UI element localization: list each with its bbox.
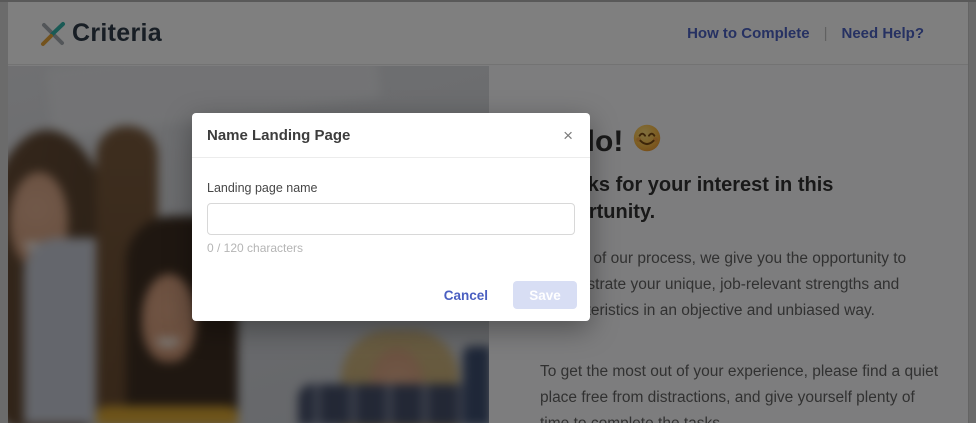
- modal-body: Landing page name 0 / 120 characters: [192, 158, 590, 255]
- save-button[interactable]: Save: [513, 281, 577, 309]
- close-icon[interactable]: ×: [561, 127, 575, 144]
- modal-header: Name Landing Page ×: [192, 113, 590, 158]
- modal-title: Name Landing Page: [207, 127, 351, 144]
- landing-page-name-label: Landing page name: [207, 181, 318, 195]
- modal-footer: Cancel Save: [192, 255, 590, 321]
- character-counter: 0 / 120 characters: [207, 241, 304, 255]
- screen: Criteria How to Complete | Need Help?: [0, 0, 976, 423]
- landing-page-name-input[interactable]: [207, 203, 575, 235]
- name-landing-page-modal: Name Landing Page × Landing page name 0 …: [192, 113, 590, 321]
- cancel-button[interactable]: Cancel: [444, 288, 488, 303]
